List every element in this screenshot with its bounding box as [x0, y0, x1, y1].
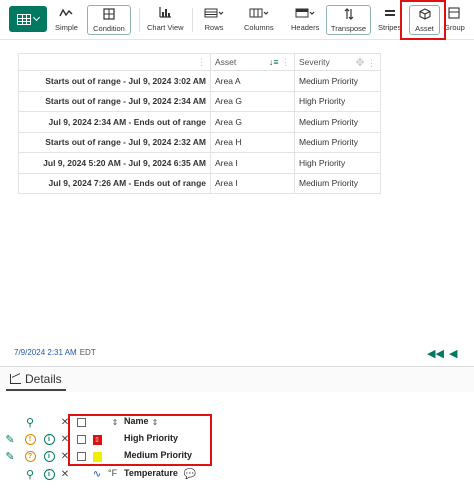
asset-cell: Area I [210, 172, 295, 194]
column-header-asset[interactable]: Asset ↓≡ ⋮ [210, 53, 295, 71]
group-button[interactable]: Group [444, 5, 465, 35]
columns-icon [249, 5, 269, 20]
details-panel-header: Details [0, 366, 474, 392]
info-icon[interactable]: i [43, 450, 55, 463]
selection-highlight-box [68, 414, 212, 466]
comment-icon[interactable]: 💬 [184, 468, 196, 481]
table-icon [17, 13, 31, 25]
asset-cell: Area G [210, 111, 295, 133]
line-chart-icon [59, 5, 73, 20]
info-icon[interactable]: i [43, 433, 55, 446]
columns-button[interactable]: Columns [244, 5, 274, 35]
details-item-row[interactable]: ⚲ i ✕ ∿ °F Temperature 💬 [0, 466, 474, 483]
asset-cell: Area A [210, 70, 295, 92]
edit-icon[interactable]: ✎ [4, 450, 16, 463]
column-menu-icon[interactable]: ⋮ [367, 58, 376, 68]
column-header-capsule: ⋮ [18, 53, 211, 71]
capsule-cell: Starts out of range - Jul 9, 2024 2:34 A… [18, 90, 211, 112]
chart-view-button[interactable]: Chart View [147, 5, 184, 35]
remove-icon[interactable]: ✕ [60, 468, 70, 481]
info-icon[interactable]: i [43, 468, 55, 481]
signal-wave-icon: ∿ [92, 469, 102, 480]
sort-ascending-icon[interactable]: ↓≡ [269, 57, 279, 67]
transpose-icon [343, 6, 355, 21]
area-chart-icon [10, 374, 21, 384]
asset-cell: Area H [210, 131, 295, 153]
item-name: Temperature [124, 468, 178, 478]
table-row[interactable]: Jul 9, 2024 5:20 AM - Jul 9, 2024 6:35 A… [18, 152, 381, 174]
step-back-icon[interactable]: ◀ [449, 347, 457, 360]
table-row[interactable]: Starts out of range - Jul 9, 2024 2:32 A… [18, 131, 381, 153]
column-menu-icon[interactable]: ⋮ [197, 57, 206, 68]
display-time[interactable]: 7/9/2024 2:31 AM EDT [14, 348, 96, 357]
table-row[interactable]: Starts out of range - Jul 9, 2024 3:02 A… [18, 70, 381, 92]
details-tab[interactable]: Details [6, 369, 66, 391]
time-bar: 7/9/2024 2:31 AM EDT ◀◀ ◀ [0, 342, 474, 364]
column-menu-icon[interactable]: ⋮ [281, 57, 290, 67]
table-row[interactable]: Starts out of range - Jul 9, 2024 2:34 A… [18, 90, 381, 112]
edit-icon[interactable]: ✎ [4, 433, 16, 446]
table-row[interactable]: Jul 9, 2024 2:34 AM - Ends out of range … [18, 111, 381, 133]
add-column-icon[interactable]: ✥ [355, 57, 364, 69]
severity-cell: High Priority [294, 152, 381, 174]
condition-button[interactable]: Condition [87, 5, 131, 35]
step-back-double-icon[interactable]: ◀◀ [427, 347, 444, 360]
condition-icon [103, 6, 115, 21]
warning-icon[interactable]: ? [24, 450, 36, 463]
severity-cell: Medium Priority [294, 111, 381, 133]
asset-cell: Area G [210, 90, 295, 112]
table-row[interactable]: Jul 9, 2024 7:26 AM - Ends out of range … [18, 172, 381, 194]
transpose-button[interactable]: Transpose [326, 5, 371, 35]
stripes-button[interactable]: Stripes [378, 5, 401, 35]
item-unit: °F [108, 468, 118, 478]
severity-cell: High Priority [294, 90, 381, 112]
headers-button[interactable]: Headers [291, 5, 319, 35]
chevron-down-icon [32, 13, 41, 22]
table-header-row: ⋮ Asset ↓≡ ⋮ Severity ✥ ⋮ [18, 53, 381, 71]
severity-cell: Medium Priority [294, 172, 381, 194]
asset-highlight-box [400, 0, 446, 40]
table-view-dropdown-button[interactable] [9, 6, 47, 32]
bar-chart-icon [159, 5, 172, 20]
headers-icon [295, 5, 315, 20]
capsule-cell: Jul 9, 2024 5:20 AM - Jul 9, 2024 6:35 A… [18, 152, 211, 174]
toolbar-divider [192, 8, 193, 32]
simple-button[interactable]: Simple [55, 5, 78, 35]
toolbar-divider [139, 8, 140, 32]
capsule-cell: Jul 9, 2024 7:26 AM - Ends out of range [18, 172, 211, 194]
warning-icon[interactable]: ! [24, 433, 36, 446]
rows-button[interactable]: Rows [204, 5, 224, 35]
column-header-severity[interactable]: Severity ✥ ⋮ [294, 53, 381, 71]
asset-cell: Area I [210, 152, 295, 174]
severity-cell: Medium Priority [294, 70, 381, 92]
stripes-icon [384, 5, 395, 20]
capsule-table: ⋮ Asset ↓≡ ⋮ Severity ✥ ⋮ Starts out of ra… [18, 53, 381, 194]
capsule-cell: Starts out of range - Jul 9, 2024 3:02 A… [18, 70, 211, 92]
capsule-cell: Starts out of range - Jul 9, 2024 2:32 A… [18, 131, 211, 153]
rows-icon [204, 5, 224, 20]
pin-icon[interactable]: ⚲ [24, 416, 36, 429]
severity-cell: Medium Priority [294, 131, 381, 153]
pin-icon[interactable]: ⚲ [24, 468, 36, 481]
capsule-cell: Jul 9, 2024 2:34 AM - Ends out of range [18, 111, 211, 133]
group-icon [448, 5, 460, 20]
